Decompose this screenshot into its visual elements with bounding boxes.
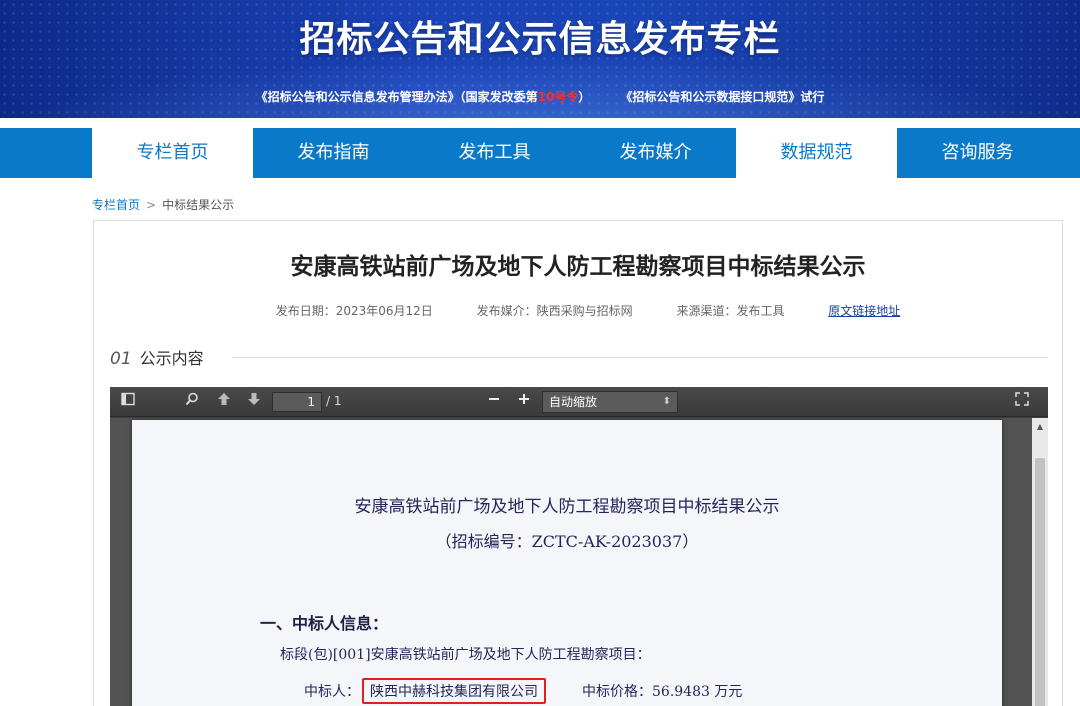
minus-icon[interactable] — [484, 392, 504, 412]
fullscreen-icon[interactable] — [1012, 392, 1032, 412]
pdf-page: 安康高铁站前广场及地下人防工程勘察项目中标结果公示 （招标编号：ZCTC-AK-… — [132, 420, 1002, 706]
zoom-select[interactable]: 自动缩放 ⬍ — [542, 391, 678, 413]
banner-subtitle: 《招标公告和公示信息发布管理办法》（国家发改委第10号令） 《招标公告和公示数据接… — [0, 88, 1080, 105]
banner-title: 招标公告和公示信息发布专栏 — [299, 19, 781, 60]
article-meta: 发布日期：2023年06月12日 发布媒介：陕西采购与招标网 来源渠道：发布工具… — [94, 302, 1062, 319]
main-nav: 专栏首页 发布指南 发布工具 发布媒介 数据规范 咨询服务 — [0, 128, 1080, 178]
banner-sub-part3[interactable]: 《招标公告和公示数据接口规范》试行 — [620, 90, 824, 104]
arrow-down-icon[interactable] — [244, 392, 264, 412]
pdf-document-area[interactable]: 安康高铁站前广场及地下人防工程勘察项目中标结果公示 （招标编号：ZCTC-AK-… — [110, 418, 1032, 706]
zoom-value: 自动缩放 — [549, 395, 598, 409]
pdf-toolbar: 1 / 1 自动缩放 ⬍ — [110, 387, 1048, 417]
winner-label: 中标人： — [304, 684, 360, 700]
select-caret-icon: ⬍ — [662, 396, 671, 407]
section-number: 01 — [110, 349, 132, 369]
vertical-scrollbar[interactable]: ▲ — [1032, 418, 1048, 706]
scrollbar-thumb[interactable] — [1035, 458, 1045, 706]
section-divider — [232, 357, 1048, 358]
sidebar-toggle-icon[interactable] — [118, 392, 138, 412]
winning-price: 中标价格：56.9483 万元 — [582, 684, 743, 700]
pdf-viewer: 1 / 1 自动缩放 ⬍ 安康高铁站前广场及地下人防工程勘察项目中标结果公示 （… — [110, 387, 1048, 706]
doc-title: 安康高铁站前广场及地下人防工程勘察项目中标结果公示 — [354, 497, 780, 517]
breadcrumb-current: 中标结果公示 — [162, 198, 235, 212]
section-header: 01 公示内容 — [110, 345, 1048, 369]
doc-lot: 标段(包)[001]安康高铁站前广场及地下人防工程勘察项目： — [280, 647, 651, 663]
doc-winner-line: 中标人： 陕西中赫科技集团有限公司 中标价格：56.9483 万元 — [304, 678, 742, 704]
nav-item-media[interactable]: 发布媒介 — [575, 128, 736, 178]
plus-icon[interactable] — [514, 392, 534, 412]
header-banner: 招标公告和公示信息发布专栏 《招标公告和公示信息发布管理办法》（国家发改委第10… — [0, 0, 1080, 118]
winner-name-highlight: 陕西中赫科技集团有限公司 — [362, 678, 546, 704]
nav-item-consulting[interactable]: 咨询服务 — [897, 128, 1058, 178]
breadcrumb-home-link[interactable]: 专栏首页 — [92, 198, 140, 212]
page-number-input[interactable]: 1 — [272, 392, 322, 412]
article-card: 安康高铁站前广场及地下人防工程勘察项目中标结果公示 发布日期：2023年06月1… — [93, 220, 1063, 706]
nav-item-tools[interactable]: 发布工具 — [414, 128, 575, 178]
doc-bid-number: （招标编号：ZCTC-AK-2023037） — [435, 532, 699, 551]
publish-media: 发布媒介：陕西采购与招标网 — [476, 304, 633, 318]
scroll-up-arrow-icon[interactable]: ▲ — [1032, 422, 1048, 431]
page-total: / 1 — [326, 394, 342, 408]
doc-heading: 一、中标人信息： — [260, 614, 389, 633]
nav-item-home[interactable]: 专栏首页 — [92, 128, 253, 178]
banner-sub-part1[interactable]: 《招标公告和公示信息发布管理办法》（国家发改委第 — [256, 90, 538, 104]
nav-item-guide[interactable]: 发布指南 — [253, 128, 414, 178]
nav-item-data-spec[interactable]: 数据规范 — [736, 128, 897, 178]
original-link[interactable]: 原文链接地址 — [828, 304, 900, 318]
breadcrumb-separator: > — [146, 198, 157, 212]
breadcrumb: 专栏首页 > 中标结果公示 — [92, 196, 234, 213]
search-icon[interactable] — [182, 392, 202, 412]
banner-sub-highlight[interactable]: 10号令 — [538, 90, 579, 104]
article-title: 安康高铁站前广场及地下人防工程勘察项目中标结果公示 — [290, 254, 866, 280]
section-label: 公示内容 — [139, 349, 204, 368]
source-channel: 来源渠道：发布工具 — [676, 304, 785, 318]
publish-date: 发布日期：2023年06月12日 — [275, 304, 433, 318]
banner-sub-part2[interactable]: ） — [578, 90, 590, 104]
arrow-up-icon[interactable] — [214, 392, 234, 412]
